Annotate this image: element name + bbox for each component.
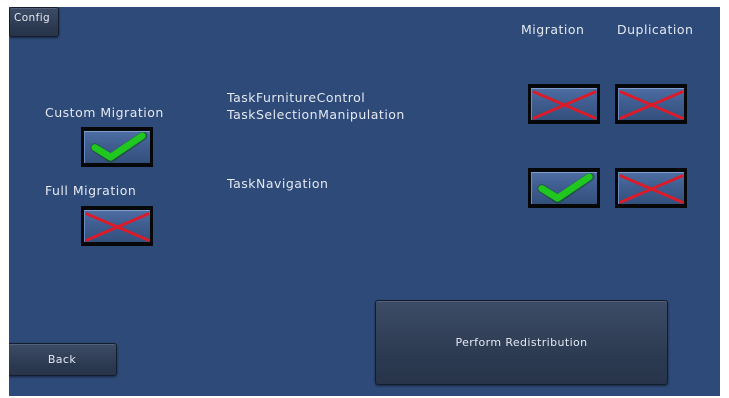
custom-migration-checkbox[interactable] — [81, 127, 153, 167]
task-row-1-label-line-1: TaskFurnitureControl — [227, 90, 366, 105]
duplication-column-header: Duplication — [617, 22, 694, 37]
migration-column-header: Migration — [521, 22, 585, 37]
back-button[interactable]: Back — [9, 343, 117, 376]
task-row-2-label: TaskNavigation — [227, 176, 329, 191]
config-button[interactable]: Config — [9, 7, 59, 37]
task-row-1-label-line-2: TaskSelectionManipulation — [227, 107, 405, 122]
task-row-2-duplication-checkbox[interactable] — [615, 168, 687, 208]
full-migration-checkbox[interactable] — [81, 206, 153, 246]
check-icon — [531, 172, 597, 204]
task-row-2-migration-checkbox[interactable] — [528, 168, 600, 208]
app-window: Config Migration Duplication Custom Migr… — [9, 7, 720, 396]
task-row-1-migration-checkbox[interactable] — [528, 84, 600, 124]
cross-icon — [531, 88, 597, 120]
cross-icon — [618, 88, 684, 120]
cross-icon — [618, 172, 684, 204]
full-migration-label: Full Migration — [45, 183, 137, 198]
task-row-1-duplication-checkbox[interactable] — [615, 84, 687, 124]
check-icon — [84, 131, 150, 163]
perform-redistribution-button[interactable]: Perform Redistribution — [375, 300, 668, 385]
custom-migration-label: Custom Migration — [45, 105, 164, 120]
cross-icon — [84, 210, 150, 242]
